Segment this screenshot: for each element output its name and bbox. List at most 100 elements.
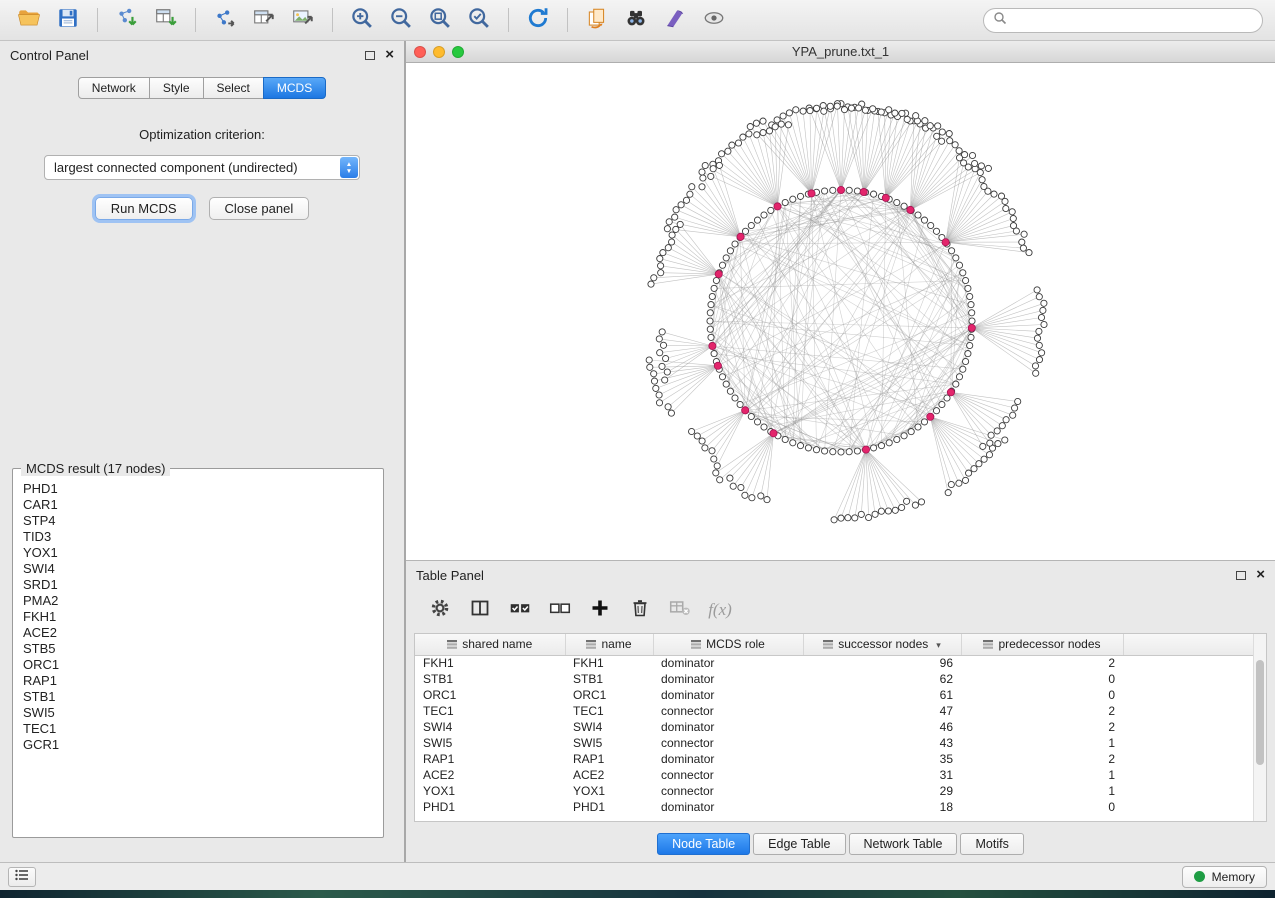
import-table-button[interactable] bbox=[149, 5, 183, 35]
table-cell[interactable]: 18 bbox=[803, 799, 961, 815]
table-cell[interactable]: 43 bbox=[803, 735, 961, 751]
table-row[interactable]: SWI4SWI4dominator462 bbox=[415, 719, 1255, 735]
table-cell[interactable]: YOX1 bbox=[415, 783, 565, 799]
close-panel-icon[interactable]: × bbox=[385, 50, 394, 60]
table-cell[interactable]: STB1 bbox=[565, 671, 653, 687]
table-cell[interactable]: connector bbox=[653, 735, 803, 751]
table-cell[interactable]: 0 bbox=[961, 687, 1123, 703]
table-row[interactable]: TEC1TEC1connector472 bbox=[415, 703, 1255, 719]
table-cell[interactable]: ACE2 bbox=[415, 767, 565, 783]
table-cell[interactable]: connector bbox=[653, 703, 803, 719]
export-image-button[interactable] bbox=[286, 5, 320, 35]
scrollbar-thumb[interactable] bbox=[1256, 660, 1264, 765]
import-network-button[interactable] bbox=[110, 5, 144, 35]
tab-node-table[interactable]: Node Table bbox=[657, 833, 750, 855]
table-cell[interactable]: 0 bbox=[961, 671, 1123, 687]
show-column-button[interactable] bbox=[468, 598, 492, 622]
table-row[interactable]: ACE2ACE2connector311 bbox=[415, 767, 1255, 783]
table-cell[interactable]: 2 bbox=[961, 751, 1123, 767]
table-row[interactable]: RAP1RAP1dominator352 bbox=[415, 751, 1255, 767]
table-cell[interactable]: RAP1 bbox=[415, 751, 565, 767]
zoom-in-button[interactable] bbox=[345, 5, 379, 35]
export-table-button[interactable] bbox=[247, 5, 281, 35]
table-cell[interactable]: 1 bbox=[961, 783, 1123, 799]
table-row[interactable]: ORC1ORC1dominator610 bbox=[415, 687, 1255, 703]
create-column-button[interactable] bbox=[588, 598, 612, 622]
mcds-result-item[interactable]: SRD1 bbox=[23, 577, 373, 593]
table-cell[interactable]: YOX1 bbox=[565, 783, 653, 799]
table-cell[interactable]: 31 bbox=[803, 767, 961, 783]
mcds-result-item[interactable]: SWI4 bbox=[23, 561, 373, 577]
table-cell[interactable]: STB1 bbox=[415, 671, 565, 687]
table-cell[interactable]: PHD1 bbox=[415, 799, 565, 815]
mcds-result-item[interactable]: PHD1 bbox=[23, 481, 373, 497]
table-cell[interactable]: 2 bbox=[961, 719, 1123, 735]
mcds-result-item[interactable]: FKH1 bbox=[23, 609, 373, 625]
table-cell[interactable]: SWI4 bbox=[565, 719, 653, 735]
mcds-result-item[interactable]: ACE2 bbox=[23, 625, 373, 641]
mcds-result-item[interactable]: TID3 bbox=[23, 529, 373, 545]
table-cell[interactable]: dominator bbox=[653, 655, 803, 671]
copy-document-button[interactable] bbox=[580, 5, 614, 35]
table-cell[interactable]: 2 bbox=[961, 655, 1123, 671]
mcds-result-item[interactable]: RAP1 bbox=[23, 673, 373, 689]
table-scrollbar[interactable] bbox=[1253, 634, 1266, 821]
table-cell[interactable]: dominator bbox=[653, 719, 803, 735]
table-row[interactable]: FKH1FKH1dominator962 bbox=[415, 655, 1255, 671]
table-cell[interactable]: ACE2 bbox=[565, 767, 653, 783]
mcds-result-item[interactable]: SWI5 bbox=[23, 705, 373, 721]
close-window-icon[interactable] bbox=[414, 46, 426, 58]
function-builder-button[interactable]: f(x) bbox=[708, 598, 732, 622]
save-session-button[interactable] bbox=[51, 5, 85, 35]
table-cell[interactable]: 62 bbox=[803, 671, 961, 687]
network-window-titlebar[interactable]: YPA_prune.txt_1 bbox=[406, 41, 1275, 63]
tab-select[interactable]: Select bbox=[203, 77, 264, 99]
table-cell[interactable]: dominator bbox=[653, 687, 803, 703]
delete-column-button[interactable] bbox=[628, 598, 652, 622]
open-session-button[interactable] bbox=[12, 5, 46, 35]
table-row[interactable]: PHD1PHD1dominator180 bbox=[415, 799, 1255, 815]
tab-motifs[interactable]: Motifs bbox=[960, 833, 1023, 855]
table-cell[interactable]: connector bbox=[653, 783, 803, 799]
maximize-window-icon[interactable] bbox=[452, 46, 464, 58]
deselect-all-button[interactable] bbox=[548, 598, 572, 622]
table-cell[interactable]: SWI5 bbox=[415, 735, 565, 751]
table-cell[interactable]: FKH1 bbox=[565, 655, 653, 671]
mcds-result-item[interactable]: STB1 bbox=[23, 689, 373, 705]
table-cell[interactable]: dominator bbox=[653, 671, 803, 687]
table-cell[interactable]: RAP1 bbox=[565, 751, 653, 767]
table-cell[interactable]: 2 bbox=[961, 703, 1123, 719]
mcds-result-item[interactable]: CAR1 bbox=[23, 497, 373, 513]
table-cell[interactable]: 96 bbox=[803, 655, 961, 671]
column-header-shared-name[interactable]: shared name bbox=[415, 634, 565, 655]
close-panel-button[interactable]: Close panel bbox=[209, 197, 310, 220]
table-cell[interactable]: FKH1 bbox=[415, 655, 565, 671]
float-panel-icon[interactable] bbox=[365, 51, 375, 60]
column-header-predecessor-nodes[interactable]: predecessor nodes bbox=[961, 634, 1123, 655]
mcds-result-item[interactable]: STP4 bbox=[23, 513, 373, 529]
table-row[interactable]: YOX1YOX1connector291 bbox=[415, 783, 1255, 799]
table-cell[interactable]: 46 bbox=[803, 719, 961, 735]
mcds-result-item[interactable]: STB5 bbox=[23, 641, 373, 657]
criterion-dropdown[interactable]: largest connected component (undirected)… bbox=[44, 155, 360, 180]
zoom-selected-button[interactable] bbox=[462, 5, 496, 35]
close-table-panel-icon[interactable]: × bbox=[1256, 570, 1265, 580]
tab-network[interactable]: Network bbox=[78, 77, 150, 99]
tab-network-table[interactable]: Network Table bbox=[849, 833, 958, 855]
show-task-history-button[interactable] bbox=[8, 867, 36, 887]
show-graphics-details-button[interactable] bbox=[697, 5, 731, 35]
first-neighbors-button[interactable] bbox=[619, 5, 653, 35]
float-table-panel-icon[interactable] bbox=[1236, 571, 1246, 580]
column-header-successor-nodes[interactable]: successor nodes▾ bbox=[803, 634, 961, 655]
table-cell[interactable]: TEC1 bbox=[415, 703, 565, 719]
zoom-fit-button[interactable] bbox=[423, 5, 457, 35]
table-cell[interactable]: SWI4 bbox=[415, 719, 565, 735]
table-cell[interactable]: TEC1 bbox=[565, 703, 653, 719]
mcds-result-item[interactable]: GCR1 bbox=[23, 737, 373, 753]
table-cell[interactable]: 0 bbox=[961, 799, 1123, 815]
network-canvas[interactable] bbox=[406, 63, 1275, 560]
table-cell[interactable]: 1 bbox=[961, 735, 1123, 751]
mcds-result-list[interactable]: PHD1CAR1STP4TID3YOX1SWI4SRD1PMA2FKH1ACE2… bbox=[15, 478, 381, 835]
table-cell[interactable]: connector bbox=[653, 767, 803, 783]
column-header-name[interactable]: name bbox=[565, 634, 653, 655]
